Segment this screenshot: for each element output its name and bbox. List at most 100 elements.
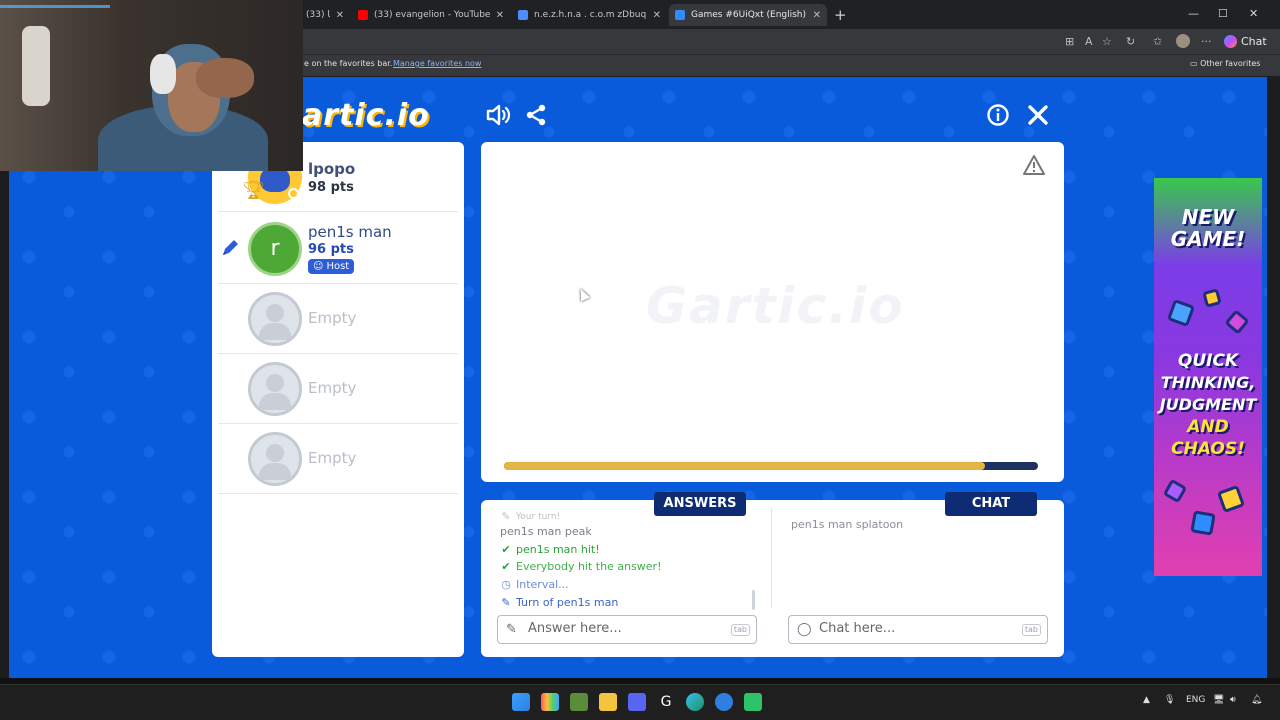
read-aloud-icon[interactable]: A <box>1085 35 1093 48</box>
empty-avatar-icon <box>248 362 302 416</box>
new-tab-icon[interactable]: + <box>834 6 847 24</box>
player-points: 96 pts <box>308 242 354 257</box>
favorites-bar-message: e on the favorites bar. <box>304 59 393 68</box>
minecraft-icon[interactable] <box>570 693 588 711</box>
log-line: ✔ Everybody hit the answer! <box>500 560 662 573</box>
players-panel: 🏆︎ lpopo 98 pts r pen1s man 96 pts ☺ Hos… <box>212 142 464 657</box>
clock-icon: ◷ <box>501 578 511 591</box>
start-menu-icon[interactable] <box>512 693 530 711</box>
trophy-icon: 🏆︎ <box>242 180 265 201</box>
browser-tab-1[interactable]: (33) لالقـا ✕ <box>300 4 350 26</box>
log-text: pen1s man hit! <box>516 543 600 556</box>
favorites-icon[interactable]: ✩ <box>1153 35 1162 48</box>
volume-icon[interactable]: 🔊︎ <box>1230 695 1236 705</box>
tray-chevron-icon[interactable]: ▲ <box>1143 695 1150 705</box>
round-timer-bar <box>504 462 1038 470</box>
led-strip <box>0 5 110 8</box>
close-tab-icon[interactable]: ✕ <box>496 10 504 21</box>
log-text: Your turn! <box>516 511 561 522</box>
log-line: ✎ Turn of pen1s man <box>500 596 618 609</box>
widgets-icon[interactable] <box>541 693 559 711</box>
player-row-empty: Empty <box>218 354 458 424</box>
log-line: ✔ pen1s man hit! <box>500 543 600 556</box>
split-screen-icon[interactable]: ⊞ <box>1065 35 1074 48</box>
player-name: pen1s man <box>308 223 392 241</box>
other-favorites-folder[interactable]: ▭ Other favorites <box>1190 59 1260 68</box>
language-indicator[interactable]: ENG <box>1186 695 1205 705</box>
app-icon[interactable] <box>715 693 733 711</box>
ad-line: CHAOS! <box>1171 439 1245 459</box>
app-icon[interactable] <box>744 693 762 711</box>
advertisement-banner[interactable]: NEW GAME! QUICK THINKING, JUDGMENT AND C… <box>1154 178 1262 576</box>
more-menu-icon[interactable]: ··· <box>1201 35 1212 48</box>
answers-scrollbar[interactable] <box>752 590 755 610</box>
ad-decoration <box>1190 510 1216 536</box>
ad-line: THINKING, <box>1160 373 1256 392</box>
manage-favorites-link[interactable]: Manage favorites now <box>393 59 481 68</box>
info-icon[interactable] <box>984 103 1012 131</box>
headphones-image <box>150 54 176 94</box>
answer-input-box[interactable]: ✎ tab <box>497 615 757 644</box>
canvas-watermark: Gartic.io <box>646 277 905 335</box>
host-label: Host <box>326 261 350 272</box>
player-points: 98 pts <box>308 180 354 195</box>
close-tab-icon[interactable]: ✕ <box>813 10 821 21</box>
pencil-icon: ✎ <box>501 510 511 523</box>
report-warning-icon[interactable] <box>1022 154 1046 176</box>
close-window-icon[interactable]: ✕ <box>1249 7 1258 20</box>
browser-tab-3[interactable]: n.e.z.h.n.a . c.o.m zDbuq31q8 - تم ✕ <box>512 4 667 26</box>
tab-key-hint: tab <box>1021 624 1041 636</box>
discord-icon[interactable] <box>628 693 646 711</box>
microphone-image <box>22 26 50 106</box>
copilot-chat-button[interactable]: Chat <box>1224 35 1267 48</box>
ad-decoration <box>1216 484 1246 514</box>
empty-slot-label: Empty <box>308 379 357 397</box>
empty-avatar-icon <box>248 292 302 346</box>
file-explorer-icon[interactable] <box>599 693 617 711</box>
log-text: Everybody hit the answer! <box>516 560 662 573</box>
round-timer-fill <box>504 462 985 470</box>
ad-decoration <box>1162 478 1188 504</box>
ad-line: NEW <box>1181 205 1235 229</box>
share-icon[interactable] <box>522 103 550 131</box>
check-icon: ✔ <box>501 560 511 573</box>
log-line: pen1s man peak <box>500 525 592 538</box>
log-text: Interval... <box>516 578 569 591</box>
player-row-empty: Empty <box>218 284 458 354</box>
drawing-canvas[interactable]: Gartic.io <box>481 142 1064 482</box>
other-favorites-label: Other favorites <box>1200 59 1261 68</box>
ad-line: GAME! <box>1170 227 1246 251</box>
answer-input[interactable] <box>528 621 718 636</box>
favorite-star-icon[interactable]: ☆ <box>1102 35 1112 48</box>
tab-title: (33) evangelion - YouTube <box>374 10 490 20</box>
chat-bubble-icon: ◯ <box>797 622 812 637</box>
edge-browser-icon[interactable] <box>686 693 704 711</box>
refresh-icon[interactable]: ↻ <box>1126 35 1135 48</box>
youtube-favicon-icon <box>358 10 368 20</box>
chat-input[interactable] <box>819 621 1009 636</box>
minimize-icon[interactable]: — <box>1188 7 1199 20</box>
check-icon: ✔ <box>501 543 511 556</box>
panel-divider <box>771 508 772 608</box>
exit-game-icon[interactable] <box>1024 103 1052 131</box>
browser-tab-active[interactable]: Games #6UiQxt (English) - Gartic... ✕ <box>669 4 827 26</box>
close-tab-icon[interactable]: ✕ <box>336 10 344 21</box>
close-tab-icon[interactable]: ✕ <box>653 10 661 21</box>
ad-decoration <box>1202 288 1222 308</box>
ad-decoration <box>1224 309 1250 335</box>
network-icon[interactable]: 🖥︎ <box>1213 695 1224 705</box>
microphone-tray-icon[interactable]: 🎙︎ <box>1164 695 1175 705</box>
smiley-icon: ☺ <box>313 261 324 272</box>
maximize-icon[interactable]: ☐ <box>1218 7 1228 20</box>
browser-tab-2[interactable]: (33) evangelion - YouTube ✕ <box>352 4 510 26</box>
player-row: r pen1s man 96 pts ☺ Host <box>218 214 458 284</box>
webcam-overlay <box>0 0 303 171</box>
answers-header: ANSWERS <box>654 492 746 516</box>
steam-icon[interactable]: G <box>657 693 675 711</box>
avatar: r <box>248 222 302 276</box>
profile-avatar[interactable] <box>1176 34 1190 48</box>
sound-toggle-icon[interactable] <box>484 103 512 131</box>
notifications-icon[interactable]: 🔔︎ <box>1251 695 1262 705</box>
chat-input-box[interactable]: ◯ tab <box>788 615 1048 644</box>
ad-line: AND <box>1187 417 1229 437</box>
